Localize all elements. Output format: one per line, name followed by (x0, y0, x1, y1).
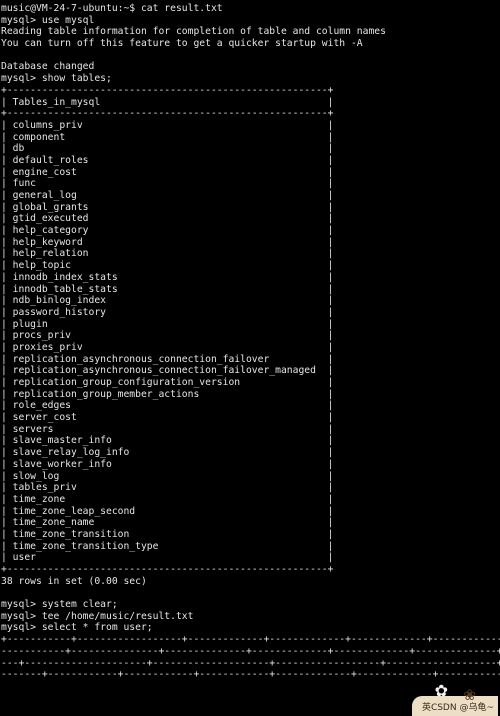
terminal-output: music@VM-24-7-ubuntu:~$ cat result.txt my… (0, 0, 500, 681)
terminal-line: You can turn off this feature to get a q… (1, 38, 363, 50)
terminal-line: | default_roles | (1, 154, 334, 166)
terminal-line: | replication_asynchronous_connection_fa… (1, 353, 334, 365)
terminal-line: | replication_asynchronous_connection_fa… (1, 365, 334, 377)
terminal-line: | password_history | (1, 306, 334, 318)
terminal-line: | proxies_priv | (1, 341, 334, 353)
terminal-line: | func | (1, 178, 334, 190)
terminal-line: mysql> tee /home/music/result.txt (1, 610, 194, 622)
terminal-line: +---------------------------------------… (1, 84, 334, 96)
terminal-line: | role_edges | (1, 400, 334, 412)
terminal-line: | help_category | (1, 225, 334, 237)
terminal-line: mysql> use mysql (1, 14, 95, 26)
terminal-line: | columns_priv | (1, 119, 334, 131)
terminal-line: | time_zone_name | (1, 517, 334, 529)
watermark-text: 英CSDN @乌龟~ (421, 703, 494, 713)
terminal-window[interactable]: music@VM-24-7-ubuntu:~$ cat result.txt my… (0, 0, 500, 716)
terminal-line: mysql> show tables; (1, 73, 112, 85)
terminal-line: | replication_group_member_actions | (1, 388, 334, 400)
terminal-line: | innodb_table_stats | (1, 283, 334, 295)
terminal-line: 38 rows in set (0.00 sec) (1, 575, 147, 587)
terminal-line: | general_log | (1, 190, 334, 201)
terminal-line: | db | (1, 143, 334, 155)
terminal-line: | help_relation | (1, 248, 334, 260)
terminal-line: mysql> system clear; (1, 599, 118, 611)
terminal-line: | slave_relay_log_info | (1, 447, 334, 459)
terminal-line: | component | (1, 131, 334, 143)
terminal-line: | global_grants | (1, 201, 334, 213)
terminal-line: | replication_group_configuration_versio… (1, 377, 334, 388)
terminal-line: -----------+---------------+------------… (1, 645, 500, 657)
terminal-line: +---------------------------------------… (1, 108, 334, 120)
terminal-line: | tables_priv | (1, 482, 334, 494)
terminal-line: ---+---------------------+--------------… (1, 657, 500, 669)
terminal-line: Reading table information for completion… (1, 26, 386, 38)
terminal-line: | time_zone_leap_second | (1, 505, 334, 517)
terminal-line: | ndb_binlog_index | (1, 295, 334, 307)
mascot-icon: ✿ (434, 681, 448, 700)
csdn-watermark: ✿ ❀ 英CSDN @乌龟~ (400, 670, 498, 716)
terminal-line: | Tables_in_mysql | (1, 96, 334, 108)
terminal-line: | slow_log | (1, 470, 334, 482)
terminal-line: | time_zone_transition_type | (1, 540, 334, 552)
terminal-line: | server_cost | (1, 412, 334, 424)
terminal-line: | plugin | (1, 318, 334, 330)
terminal-line: Database changed (1, 61, 95, 73)
terminal-line: +-----------+------------------+--------… (1, 634, 500, 646)
terminal-line: | help_topic | (1, 260, 334, 272)
terminal-line: mysql> select * from user; (1, 622, 153, 634)
terminal-line: | help_keyword | (1, 236, 334, 248)
terminal-line: | user | (1, 552, 334, 564)
terminal-line: music@VM-24-7-ubuntu:~$ cat result.txt (1, 3, 223, 14)
terminal-line: | time_zone | (1, 493, 334, 505)
terminal-line: | procs_priv | (1, 330, 334, 342)
terminal-line: | gtid_executed | (1, 213, 334, 225)
terminal-line: | time_zone_transition | (1, 528, 334, 540)
terminal-line: | slave_worker_info | (1, 458, 334, 470)
terminal-line: | servers | (1, 423, 334, 435)
terminal-line: | slave_master_info | (1, 435, 334, 447)
terminal-line: | engine_cost | (1, 166, 334, 178)
terminal-line: | innodb_index_stats | (1, 271, 334, 283)
terminal-line: +---------------------------------------… (1, 564, 334, 575)
